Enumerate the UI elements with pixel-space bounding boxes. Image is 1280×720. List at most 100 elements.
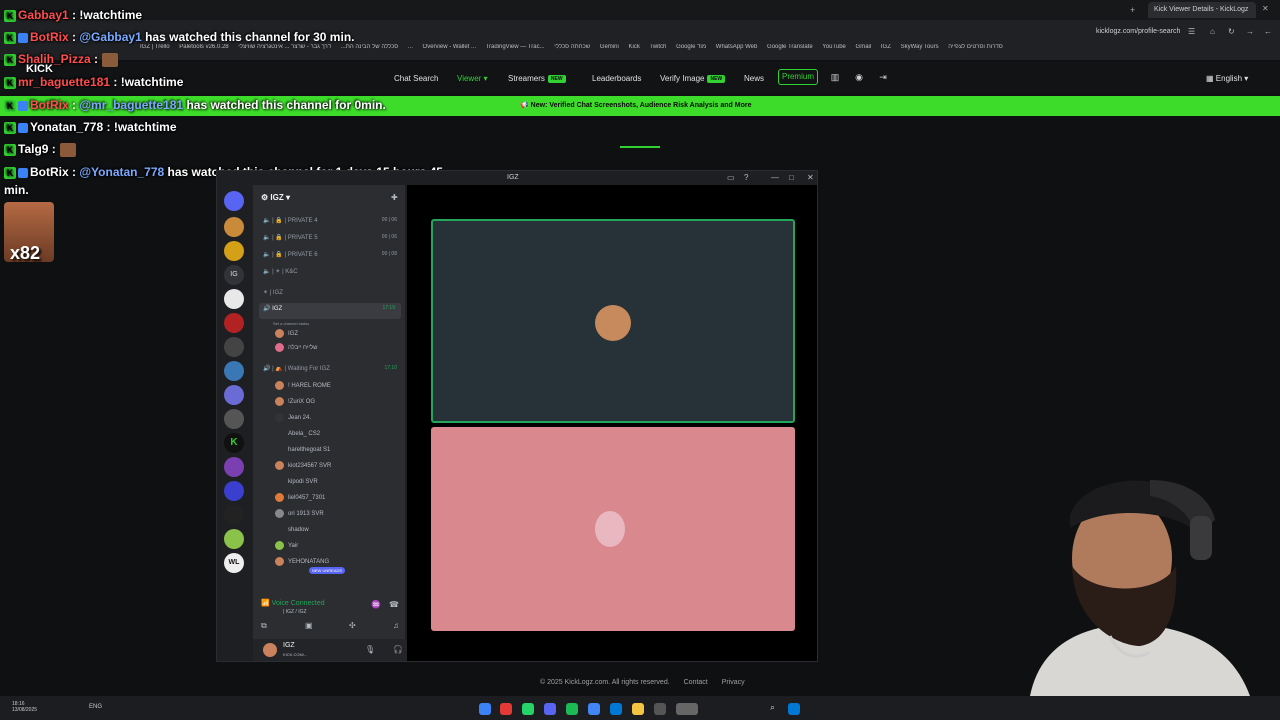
- voice-channel[interactable]: 🔊 | ⛺ | Waiting For IGZ 17:10: [263, 365, 403, 372]
- bookmark[interactable]: Google Translate: [767, 44, 813, 50]
- voice-channel[interactable]: 🔈 | ✴ | K&C: [263, 268, 298, 275]
- whatsapp-icon[interactable]: [522, 703, 534, 715]
- voice-member[interactable]: Abela_ CS2: [275, 429, 320, 438]
- voice-member[interactable]: !ZuriX OG: [275, 397, 315, 406]
- spotify-icon[interactable]: [566, 703, 578, 715]
- windows-start-icon[interactable]: [788, 703, 800, 715]
- bookmark[interactable]: סכללה של הבינה הת...: [341, 44, 398, 50]
- voice-member[interactable]: kipodi SVR: [275, 477, 318, 486]
- voice-member[interactable]: Yair: [275, 541, 298, 550]
- bookmark[interactable]: דרך גבר - שרצר ...: [284, 44, 331, 50]
- minimize-icon[interactable]: —: [771, 173, 779, 182]
- category-header[interactable]: ✴ | IGZ: [263, 289, 283, 296]
- browser-tab-active[interactable]: Kick Viewer Details - KickLogz: [1148, 2, 1256, 18]
- bookmark[interactable]: SkyWay Tours: [901, 44, 939, 50]
- avatar[interactable]: [263, 643, 277, 657]
- back-icon[interactable]: ←: [1264, 27, 1272, 36]
- home-icon[interactable]: ⌂: [1210, 27, 1215, 36]
- participant-tile[interactable]: [431, 219, 795, 423]
- maximize-icon[interactable]: □: [789, 173, 794, 182]
- bookmark[interactable]: WhatsApp Web: [716, 44, 758, 50]
- participant-tile[interactable]: [431, 427, 795, 631]
- taskbar-app-icon[interactable]: [479, 703, 491, 715]
- voice-member[interactable]: liel0457_7301: [275, 493, 325, 502]
- taskbar-app-icon[interactable]: [654, 703, 666, 715]
- bookmark[interactable]: סדרות וסרטים לצפייה: [948, 44, 1003, 50]
- server-name[interactable]: ⚙ IGZ ▾: [261, 193, 290, 202]
- bookmark[interactable]: Google מוד: [676, 44, 706, 50]
- voice-member[interactable]: ori 1913 SVR: [275, 509, 324, 518]
- premium-button[interactable]: Premium: [778, 69, 818, 85]
- nav-chat-search[interactable]: Chat Search: [394, 74, 438, 83]
- contact-link[interactable]: Contact: [684, 679, 708, 686]
- server-icon[interactable]: [224, 361, 244, 381]
- disconnect-icon[interactable]: ☎: [389, 600, 399, 609]
- nav-streamers[interactable]: Streamers NEW: [508, 74, 566, 83]
- bookmark[interactable]: Gmail: [856, 44, 872, 50]
- server-icon[interactable]: [224, 529, 244, 549]
- window-close-icon[interactable]: ✕: [1262, 4, 1269, 13]
- nav-news[interactable]: News: [744, 74, 764, 83]
- clock[interactable]: 18:16 13/08/2025: [12, 701, 37, 713]
- channel-status[interactable]: Set a channel status: [273, 321, 309, 326]
- voice-member[interactable]: IGZ: [275, 329, 298, 338]
- reload-icon[interactable]: ↻: [1228, 27, 1235, 36]
- language-select[interactable]: ▦ English ▾: [1206, 74, 1248, 83]
- soundboard-icon[interactable]: ♫: [393, 621, 399, 630]
- server-icon[interactable]: [224, 289, 244, 309]
- bookmark[interactable]: YouTube: [822, 44, 846, 50]
- voice-member[interactable]: שלייח ייבלה: [275, 343, 318, 352]
- voice-member[interactable]: shadow: [275, 525, 309, 534]
- bookmark[interactable]: Gemini: [600, 44, 619, 50]
- taskbar-app-icon[interactable]: [676, 703, 698, 715]
- microphone-icon[interactable]: 🎙: [365, 645, 375, 654]
- bookmark[interactable]: Twitch: [649, 44, 666, 50]
- bookmark[interactable]: TradingView — Trac...: [486, 44, 545, 50]
- nav-leaderboards[interactable]: Leaderboards: [592, 74, 641, 83]
- voice-channel[interactable]: 🔈 | 🔒 | PRIVATE 5 00 | 06: [263, 234, 403, 241]
- new-unreads-pill[interactable]: NEW UNREADS: [309, 567, 346, 574]
- bookmark[interactable]: Paletools v26.0.28: [179, 44, 228, 50]
- chrome-icon[interactable]: [588, 703, 600, 715]
- server-icon[interactable]: [224, 457, 244, 477]
- add-member-icon[interactable]: ✚: [391, 193, 398, 202]
- taskbar-app-icon[interactable]: [500, 703, 512, 715]
- server-icon[interactable]: [224, 337, 244, 357]
- server-icon[interactable]: [224, 481, 244, 501]
- voice-member[interactable]: ! HAREL ROME: [275, 381, 331, 390]
- server-icon[interactable]: [224, 313, 244, 333]
- voice-channel-active[interactable]: 🔊 IGZ 17:19: [259, 303, 401, 319]
- discord-icon[interactable]: ◉: [853, 71, 865, 83]
- nav-viewer[interactable]: Viewer ▾: [457, 74, 488, 83]
- close-icon[interactable]: ✕: [807, 173, 814, 182]
- camera-icon[interactable]: ⧉: [261, 621, 267, 631]
- voice-member[interactable]: Jean 24.: [275, 413, 311, 422]
- chart-icon[interactable]: ▥: [829, 71, 841, 83]
- server-icon[interactable]: [224, 217, 244, 237]
- voice-member[interactable]: harelthegoat S1: [275, 445, 330, 454]
- nav-verify-image[interactable]: Verify Image NEW: [660, 74, 726, 83]
- bookmark[interactable]: IGZ | Trello: [140, 44, 170, 50]
- new-tab-icon[interactable]: +: [1130, 5, 1135, 15]
- file-explorer-icon[interactable]: [632, 703, 644, 715]
- noise-suppression-icon[interactable]: ♒: [371, 600, 381, 609]
- activities-icon[interactable]: ✣: [349, 621, 356, 630]
- server-icon[interactable]: [224, 505, 244, 525]
- bookmark[interactable]: IGZ: [881, 44, 891, 50]
- voice-member[interactable]: kiot234567 SVR: [275, 461, 331, 470]
- server-icon[interactable]: IG: [224, 265, 244, 285]
- voice-channel[interactable]: 🔈 | 🔒 | PRIVATE 6 00 | 08: [263, 251, 403, 258]
- discord-taskbar-icon[interactable]: [544, 703, 556, 715]
- discord-home-icon[interactable]: [224, 191, 244, 211]
- help-icon[interactable]: ?: [744, 173, 748, 182]
- inbox-icon[interactable]: ▭: [727, 173, 735, 182]
- server-icon[interactable]: WL: [224, 553, 244, 573]
- login-icon[interactable]: ⇥: [877, 71, 889, 83]
- forward-icon[interactable]: →: [1246, 27, 1254, 36]
- server-icon[interactable]: [224, 409, 244, 429]
- voice-member[interactable]: YEHONATANG: [275, 557, 329, 566]
- search-icon[interactable]: ⌕: [770, 702, 775, 713]
- taskbar-app-icon[interactable]: [610, 703, 622, 715]
- voice-channel[interactable]: 🔈 | 🔒 | PRIVATE 4 00 | 06: [263, 217, 403, 224]
- server-icon[interactable]: [224, 385, 244, 405]
